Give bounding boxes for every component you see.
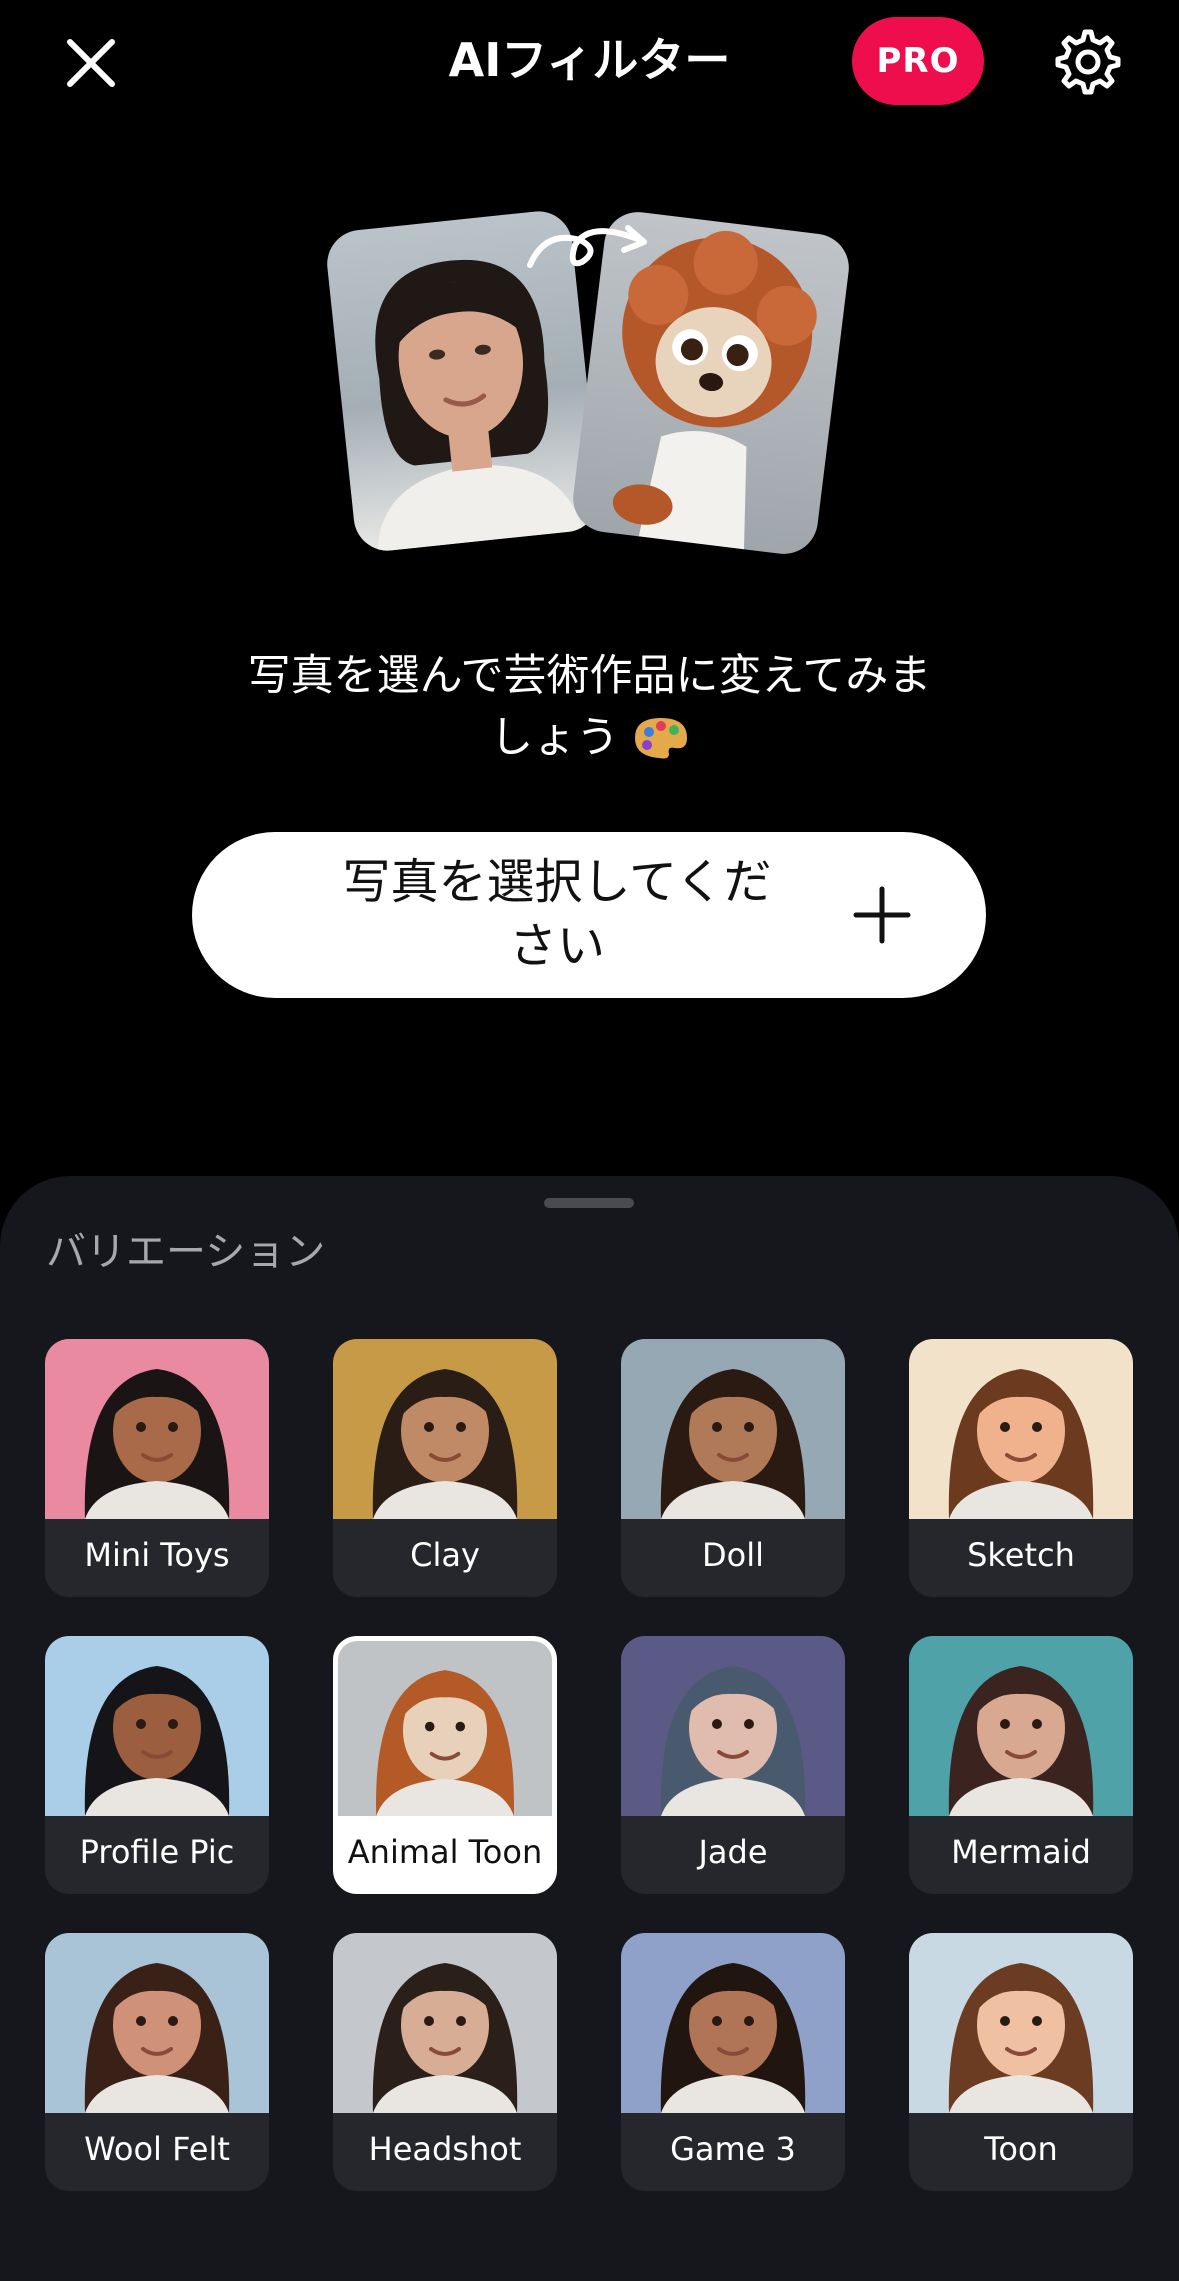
select-photo-label: 写真を選択してくだ さい — [332, 850, 782, 978]
select-photo-label-line-2: さい — [508, 918, 605, 974]
prompt-line-1: 写真を選んで芸術作品に変えてみま — [247, 651, 932, 701]
variation-tile[interactable]: Animal Toon — [333, 1636, 557, 1894]
variation-label: Game 3 — [670, 2130, 796, 2168]
variation-thumbnail — [909, 1933, 1133, 2113]
variation-tile[interactable]: Headshot — [333, 1933, 557, 2191]
variation-label: Clay — [410, 1536, 480, 1574]
variation-thumbnail — [45, 1933, 269, 2113]
ai-filter-screen: AIフィルター PRO 写真を選んで芸術作品に変えてみま しょう 写真を選択して… — [0, 0, 1179, 2281]
variation-thumbnail — [45, 1636, 269, 1816]
variation-thumbnail — [338, 1641, 552, 1816]
prompt-line-2: しょう — [160, 707, 1019, 769]
prompt-text: 写真を選んで芸術作品に変えてみま しょう — [160, 645, 1019, 769]
select-photo-label-line-1: 写真を選択してくだ — [342, 854, 772, 910]
variation-label: Profile Pic — [79, 1833, 235, 1871]
variation-thumbnail — [333, 1933, 557, 2113]
variation-thumbnail — [621, 1636, 845, 1816]
hero-illustration — [323, 208, 853, 565]
variation-thumbnail — [909, 1636, 1133, 1816]
palette-icon — [634, 718, 687, 759]
variation-tile[interactable]: Profile Pic — [45, 1636, 269, 1894]
variation-tile[interactable]: Wool Felt — [45, 1933, 269, 2191]
select-photo-button[interactable]: 写真を選択してくだ さい — [192, 832, 986, 998]
settings-button[interactable] — [1052, 26, 1124, 98]
variation-tile[interactable]: Clay — [333, 1339, 557, 1597]
page-title: AIフィルター — [448, 33, 731, 87]
variation-label: Animal Toon — [347, 1833, 543, 1871]
variation-label: Doll — [702, 1536, 764, 1574]
variation-tile[interactable]: Doll — [621, 1339, 845, 1597]
variation-tile[interactable]: Mermaid — [909, 1636, 1133, 1894]
variations-sheet: バリエーション Mini Toys Clay Doll Sketch Profile P… — [0, 1176, 1179, 2281]
variation-label: Wool Felt — [84, 2130, 230, 2168]
variation-tile[interactable]: Sketch — [909, 1339, 1133, 1597]
sheet-drag-handle[interactable] — [544, 1198, 634, 1208]
variation-label: Mini Toys — [84, 1536, 230, 1574]
variation-label: Headshot — [368, 2130, 522, 2168]
variation-tile[interactable]: Mini Toys — [45, 1339, 269, 1597]
pro-button[interactable]: PRO — [852, 17, 984, 105]
variation-label: Mermaid — [951, 1833, 1091, 1871]
transform-arrow-icon — [527, 225, 647, 268]
variation-label: Jade — [698, 1833, 768, 1871]
prompt-line-2-text: しょう — [490, 713, 620, 763]
variation-tile[interactable]: Toon — [909, 1933, 1133, 2191]
variation-label: Toon — [984, 2130, 1058, 2168]
plus-icon — [853, 886, 911, 944]
variations-title: バリエーション — [46, 1229, 326, 1275]
variation-thumbnail — [333, 1339, 557, 1519]
variation-thumbnail — [909, 1339, 1133, 1519]
variation-thumbnail — [621, 1933, 845, 2113]
variation-thumbnail — [621, 1339, 845, 1519]
variation-tile[interactable]: Game 3 — [621, 1933, 845, 2191]
gear-icon — [1055, 29, 1121, 95]
variation-label: Sketch — [967, 1536, 1075, 1574]
variation-thumbnail — [45, 1339, 269, 1519]
variation-tile[interactable]: Jade — [621, 1636, 845, 1894]
